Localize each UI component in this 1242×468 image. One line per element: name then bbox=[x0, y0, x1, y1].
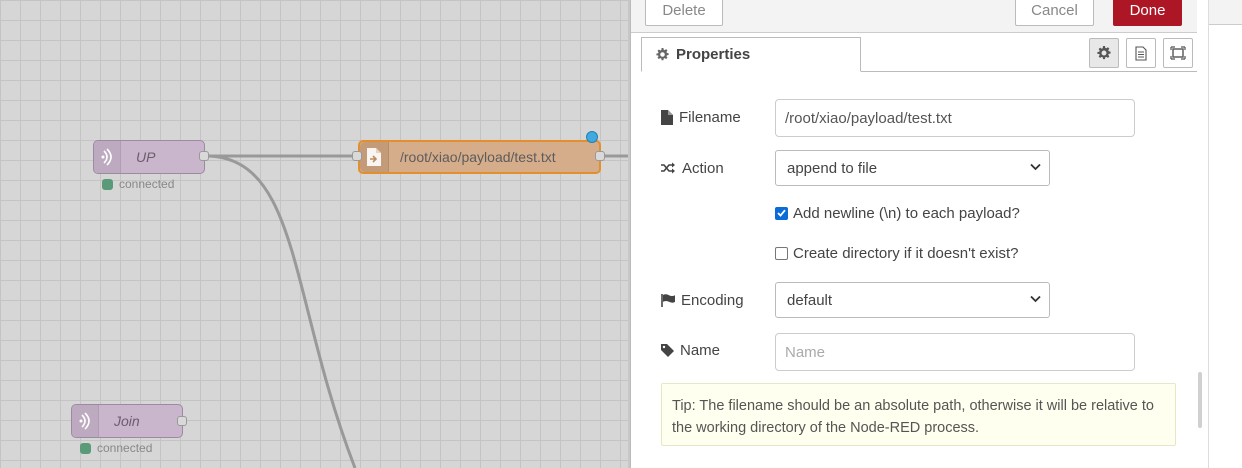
file-icon bbox=[661, 109, 673, 125]
node-up-label: UP bbox=[136, 149, 156, 165]
name-label-text: Name bbox=[680, 341, 721, 359]
node-file-label: /root/xiao/payload/test.txt bbox=[400, 149, 556, 165]
node-join-label: Join bbox=[114, 413, 140, 429]
action-select[interactable]: append to file bbox=[775, 150, 1050, 186]
cancel-button[interactable]: Cancel bbox=[1015, 0, 1094, 26]
chevron-down-icon bbox=[1030, 163, 1041, 171]
action-label-text: Action bbox=[682, 159, 724, 177]
sidebar-edge-header bbox=[1209, 0, 1242, 25]
status-dot-icon bbox=[80, 442, 91, 454]
node-up-output-port[interactable] bbox=[199, 151, 209, 161]
filename-label-text: Filename bbox=[679, 108, 741, 126]
wire-up-down bbox=[208, 154, 357, 468]
status-dot-icon bbox=[102, 178, 113, 190]
add-newline-option[interactable]: Add newline (\n) to each payload? bbox=[775, 203, 1020, 223]
encoding-label-text: Encoding bbox=[681, 291, 744, 309]
node-file-input-port[interactable] bbox=[352, 151, 362, 161]
check-icon bbox=[777, 209, 786, 217]
done-button[interactable]: Done bbox=[1113, 0, 1182, 26]
lora-node-icon bbox=[72, 405, 99, 437]
tray-scrollbar[interactable] bbox=[1198, 372, 1202, 428]
add-newline-label: Add newline (\n) to each payload? bbox=[793, 204, 1020, 222]
encoding-select-value: default bbox=[787, 291, 833, 309]
filename-input[interactable]: /root/xiao/payload/test.txt bbox=[775, 99, 1135, 137]
edit-tray: Delete Cancel Done Properties Filename /… bbox=[630, 0, 1209, 468]
encoding-label: Encoding bbox=[661, 290, 744, 310]
tip-box: Tip: The filename should be an absolute … bbox=[661, 383, 1176, 446]
lora-node-icon bbox=[94, 141, 121, 173]
tab-description[interactable] bbox=[1126, 38, 1156, 68]
encoding-select[interactable]: default bbox=[775, 282, 1050, 318]
node-up-status-text: connected bbox=[119, 177, 175, 191]
chevron-down-icon bbox=[1030, 295, 1041, 303]
node-up-status: connected bbox=[102, 177, 174, 191]
file-node-icon bbox=[360, 142, 389, 172]
create-directory-checkbox[interactable] bbox=[775, 246, 788, 260]
action-label: Action bbox=[661, 158, 724, 178]
name-label: Name bbox=[661, 340, 720, 360]
gear-icon bbox=[1097, 46, 1111, 60]
add-newline-checkbox[interactable] bbox=[775, 206, 788, 220]
tag-icon bbox=[661, 343, 674, 357]
appearance-icon bbox=[1170, 46, 1186, 60]
sidebar-edge bbox=[1208, 0, 1242, 468]
tray-toolbar: Delete Cancel Done bbox=[631, 0, 1197, 33]
node-join-status-text: connected bbox=[97, 441, 153, 455]
tray-tabs: Properties bbox=[641, 36, 1197, 72]
node-join-output-port[interactable] bbox=[177, 416, 187, 426]
tab-properties-label: Properties bbox=[676, 46, 751, 63]
tab-settings[interactable] bbox=[1089, 38, 1119, 68]
create-directory-option[interactable]: Create directory if it doesn't exist? bbox=[775, 243, 1018, 263]
delete-button[interactable]: Delete bbox=[645, 0, 723, 26]
gear-icon bbox=[656, 48, 669, 61]
flow-canvas[interactable]: UP connected /root/xiao/payload/test.txt… bbox=[0, 0, 630, 468]
filename-label: Filename bbox=[661, 107, 741, 127]
node-join-status: connected bbox=[80, 441, 152, 455]
tab-appearance[interactable] bbox=[1163, 38, 1193, 68]
action-select-value: append to file bbox=[787, 159, 878, 177]
create-directory-label: Create directory if it doesn't exist? bbox=[793, 244, 1019, 262]
node-file-output-port[interactable] bbox=[595, 151, 605, 161]
node-join[interactable]: Join bbox=[71, 404, 183, 438]
description-icon bbox=[1135, 45, 1147, 61]
tab-properties[interactable]: Properties bbox=[641, 37, 861, 72]
node-changed-indicator bbox=[586, 131, 598, 143]
name-input[interactable] bbox=[775, 333, 1135, 371]
random-icon bbox=[661, 162, 675, 174]
flag-icon bbox=[661, 293, 675, 307]
wires bbox=[208, 154, 630, 468]
node-up[interactable]: UP bbox=[93, 140, 205, 174]
node-file-out[interactable]: /root/xiao/payload/test.txt bbox=[358, 140, 601, 174]
